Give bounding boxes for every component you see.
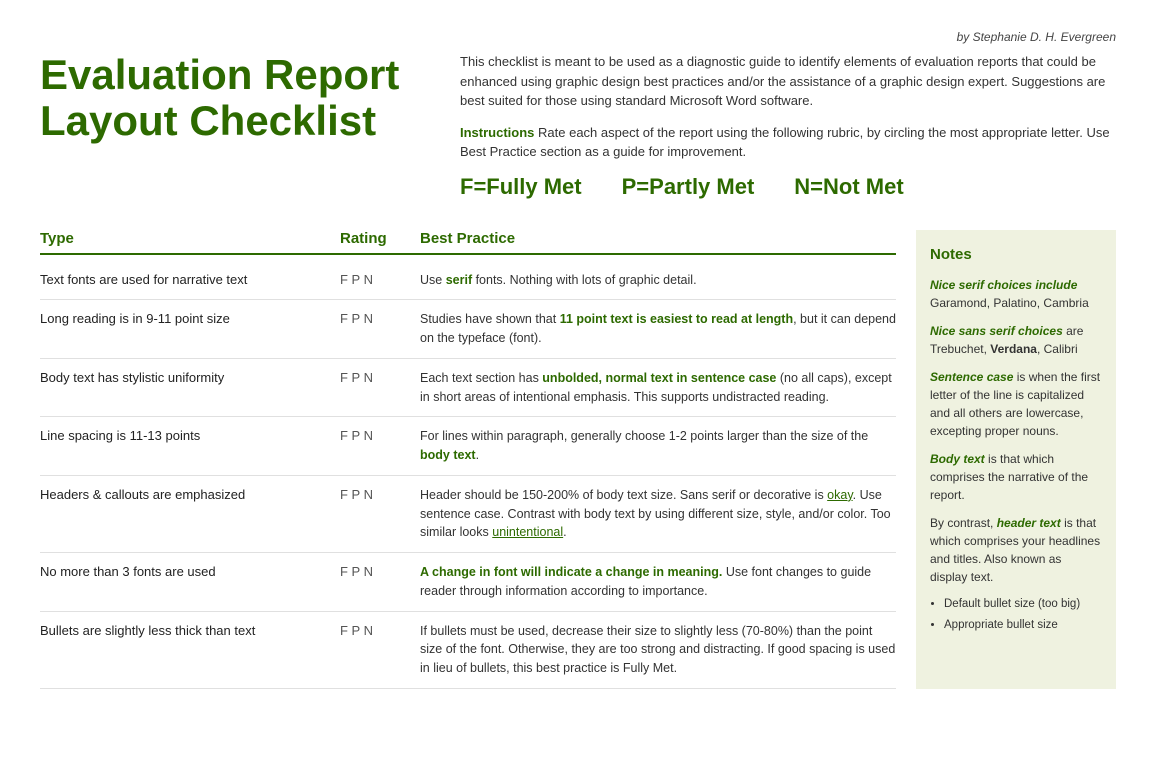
row-type-2: Long reading is in 9-11 point size [40,310,340,328]
notes-sans-serif: Nice sans serif choices are Trebuchet, V… [930,322,1102,358]
row-rating-5: F P N [340,486,420,502]
intro-block: This checklist is meant to be used as a … [460,52,1116,200]
row-type-4: Line spacing is 11-13 points [40,427,340,445]
intro-instructions: Instructions Rate each aspect of the rep… [460,123,1116,162]
notes-title: Notes [930,244,1102,267]
row-type-5: Headers & callouts are emphasized [40,486,340,504]
notes-serif-text: Garamond, Palatino, Cambria [930,296,1089,310]
rating-fully-met: F=Fully Met [460,174,582,200]
notes-serif: Nice serif choices include Garamond, Pal… [930,276,1102,312]
row-type-6: No more than 3 fonts are used [40,563,340,581]
table-row: Body text has stylistic uniformity F P N… [40,359,896,418]
table-row: Bullets are slightly less thick than tex… [40,612,896,689]
table-row: Text fonts are used for narrative text F… [40,261,896,301]
notes-header-intro: By contrast, [930,516,997,530]
row-rating-4: F P N [340,427,420,443]
row-bp-7: If bullets must be used, decrease their … [420,622,896,678]
rating-line: F=Fully Met P=Partly Met N=Not Met [460,174,1116,200]
notes-bullet-list: Default bullet size (too big) Appropriat… [944,596,1102,635]
instructions-label: Instructions [460,125,534,140]
main-table-area: Type Rating Best Practice Text fonts are… [40,230,1116,689]
notes-sentence-label: Sentence case [930,370,1013,384]
notes-bullet-2: Appropriate bullet size [944,617,1102,634]
row-bp-4: For lines within paragraph, generally ch… [420,427,896,465]
notes-sans-label: Nice sans serif choices [930,324,1063,338]
row-rating-3: F P N [340,369,420,385]
title-block: Evaluation Report Layout Checklist [40,52,420,200]
table-header: Type Rating Best Practice [40,230,896,255]
notes-header-text: By contrast, header text is that which c… [930,514,1102,586]
row-type-3: Body text has stylistic uniformity [40,369,340,387]
rating-not-met: N=Not Met [794,174,903,200]
row-bp-3: Each text section has unbolded, normal t… [420,369,896,407]
notes-panel: Notes Nice serif choices include Garamon… [916,230,1116,689]
row-rating-7: F P N [340,622,420,638]
rating-partly-met: P=Partly Met [622,174,755,200]
row-rating-2: F P N [340,310,420,326]
row-type-7: Bullets are slightly less thick than tex… [40,622,340,640]
header-best-practice: Best Practice [420,230,896,247]
intro-paragraph1: This checklist is meant to be used as a … [460,52,1116,111]
row-rating-1: F P N [340,271,420,287]
header-type: Type [40,230,340,247]
notes-bullet-1: Default bullet size (too big) [944,596,1102,613]
header-rating: Rating [340,230,420,247]
table-row: Line spacing is 11-13 points F P N For l… [40,417,896,476]
top-section: Evaluation Report Layout Checklist This … [40,52,1116,200]
row-bp-6: A change in font will indicate a change … [420,563,896,601]
instructions-text: Rate each aspect of the report using the… [460,125,1110,160]
byline: by Stephanie D. H. Evergreen [40,30,1116,44]
checklist-section: Type Rating Best Practice Text fonts are… [40,230,896,689]
table-row: No more than 3 fonts are used F P N A ch… [40,553,896,612]
notes-body-label: Body text [930,452,985,466]
table-row: Headers & callouts are emphasized F P N … [40,476,896,553]
row-type-1: Text fonts are used for narrative text [40,271,340,289]
notes-header-label: header text [997,516,1061,530]
row-bp-1: Use serif fonts. Nothing with lots of gr… [420,271,896,290]
page-title: Evaluation Report Layout Checklist [40,52,420,144]
row-bp-5: Header should be 150-200% of body text s… [420,486,896,542]
row-rating-6: F P N [340,563,420,579]
table-row: Long reading is in 9-11 point size F P N… [40,300,896,359]
notes-sentence-case: Sentence case is when the first letter o… [930,368,1102,440]
row-bp-2: Studies have shown that 11 point text is… [420,310,896,348]
notes-serif-label: Nice serif choices include [930,278,1077,292]
notes-body-text: Body text is that which comprises the na… [930,450,1102,504]
